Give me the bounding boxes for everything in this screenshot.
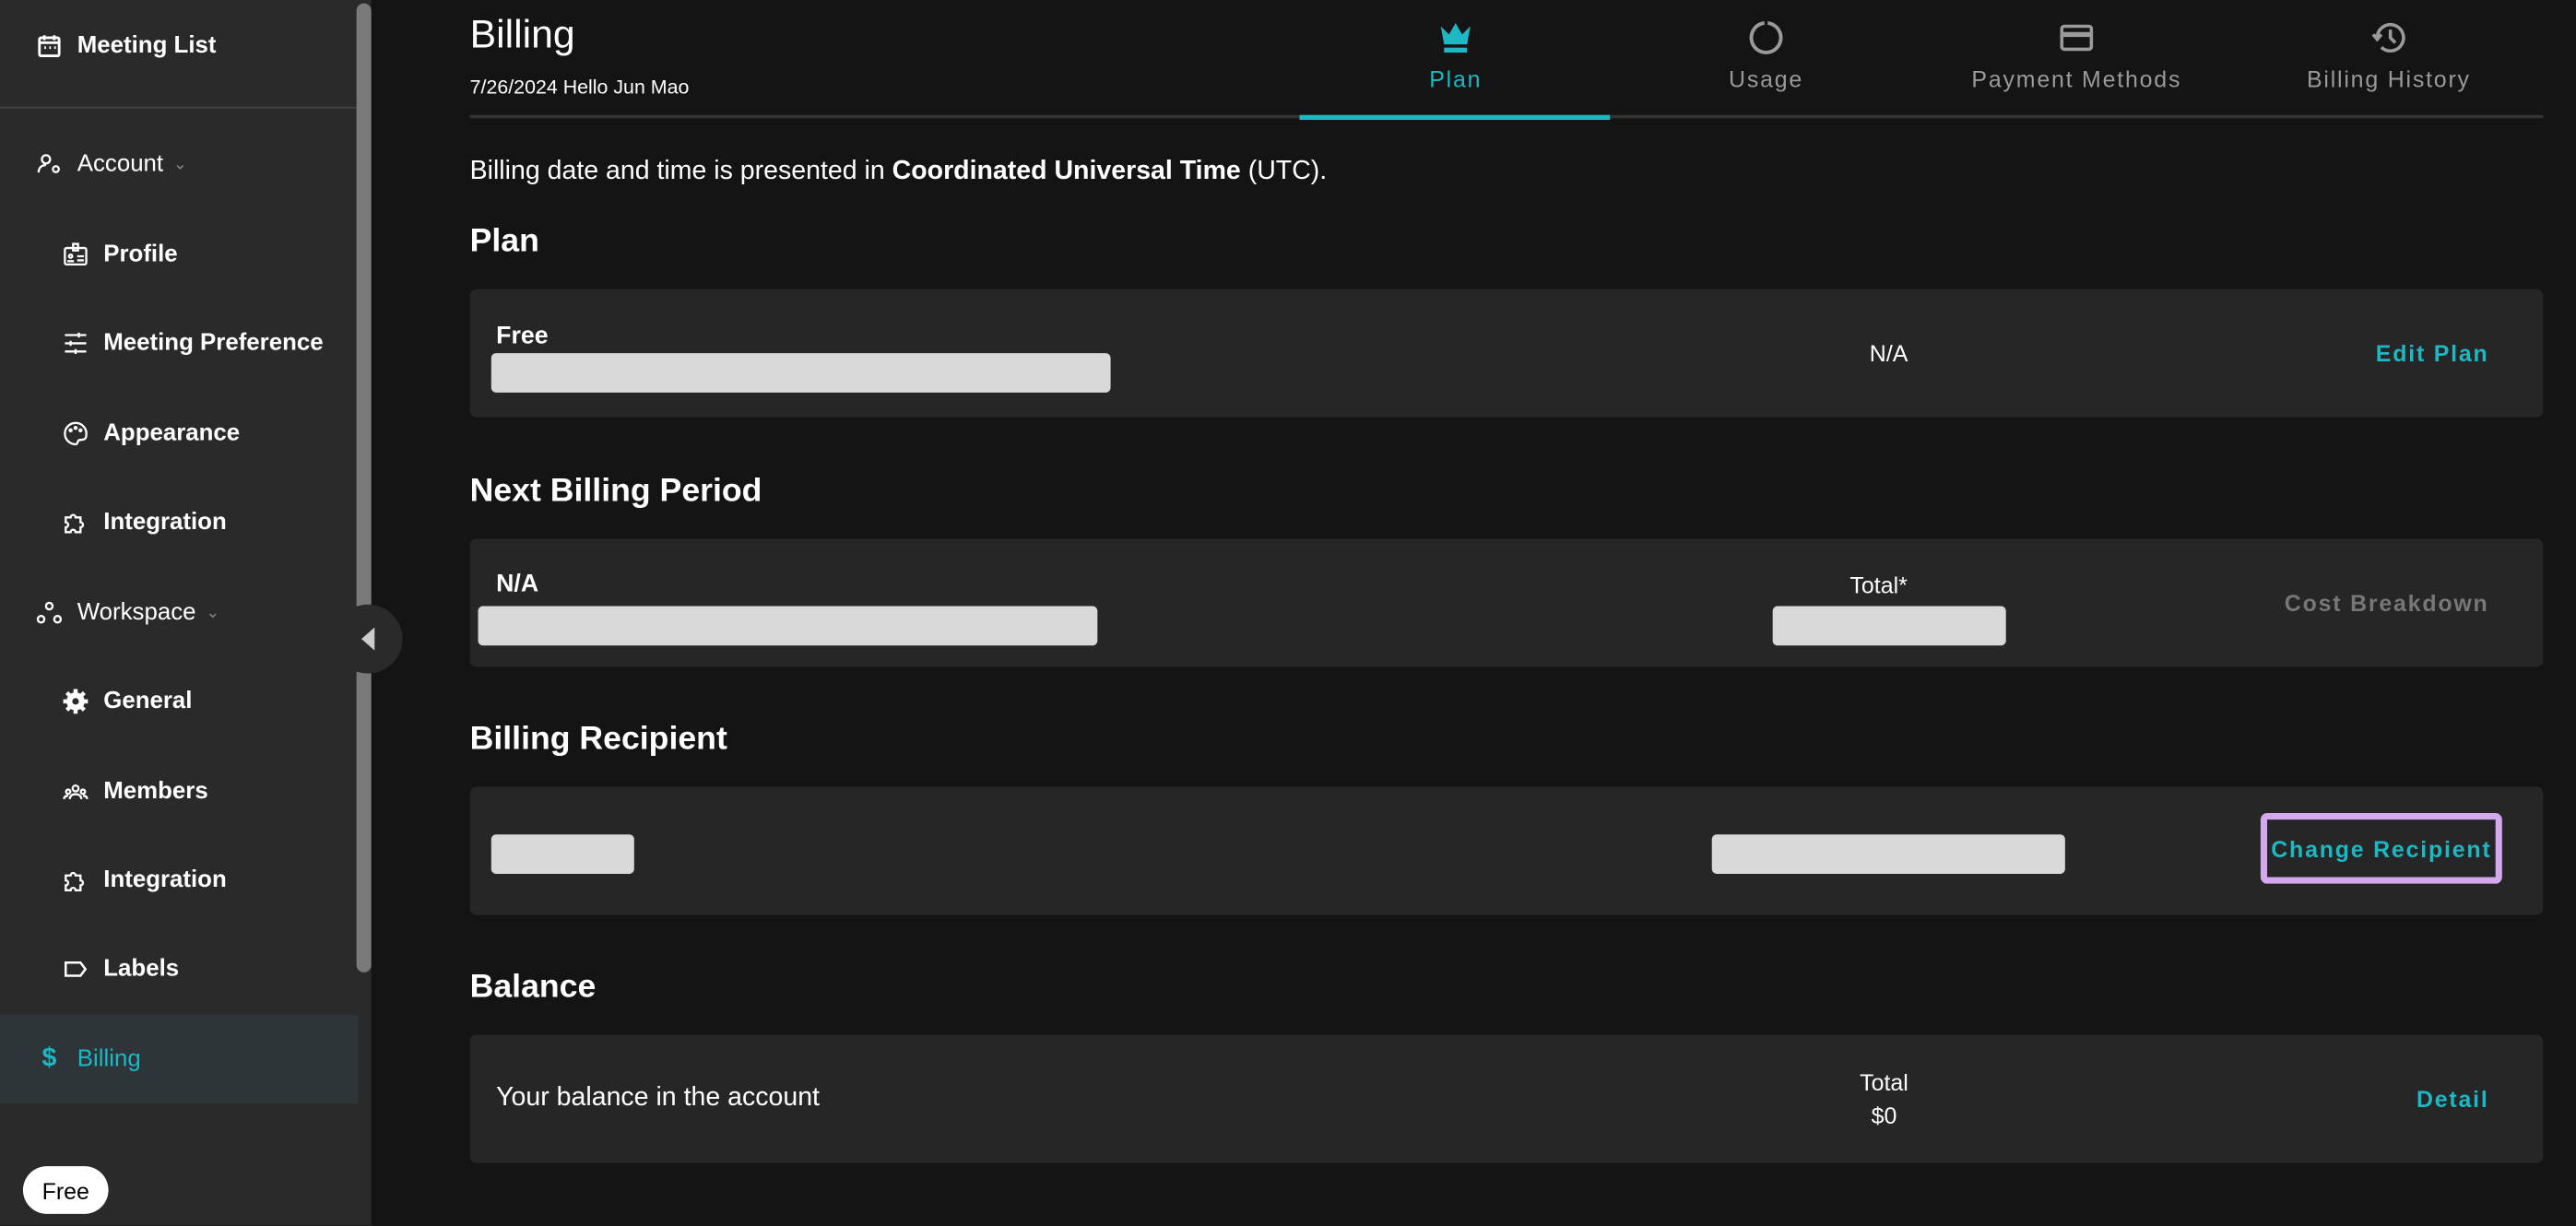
sidebar-item-account-integration[interactable]: Integration <box>0 489 358 555</box>
puzzle-icon <box>65 871 85 891</box>
tab-label: Usage <box>1729 65 1804 92</box>
tab-plan[interactable]: Plan <box>1299 13 1612 116</box>
caret-left-icon <box>361 627 375 651</box>
sidebar-item-label: Workspace <box>77 599 196 626</box>
sidebar-item-label: Labels <box>103 956 180 983</box>
tab-label: Payment Methods <box>1971 65 2182 92</box>
balance-heading: Balance <box>469 969 597 1006</box>
tab-usage[interactable]: Usage <box>1610 13 1922 116</box>
tab-billing-history[interactable]: Billing History <box>2233 13 2546 116</box>
info-suffix: (UTC). <box>1240 158 1328 186</box>
info-timezone: Coordinated Universal Time <box>892 158 1241 186</box>
label-tag-icon <box>65 961 88 977</box>
plan-badge: Free <box>22 1166 109 1214</box>
chevron-down-icon: ⌄ <box>172 155 187 173</box>
sidebar-item-label: Integration <box>103 509 227 536</box>
sidebar-item-account[interactable]: Account ⌄ <box>0 132 358 197</box>
next-billing-heading: Next Billing Period <box>469 473 762 510</box>
balance-card: Your balance in the account Total $0 Det… <box>469 1034 2544 1163</box>
calendar-icon <box>38 35 61 58</box>
sidebar-item-label: Meeting Preference <box>103 330 324 357</box>
billing-period: N/A <box>496 570 539 598</box>
sidebar-item-label: General <box>103 688 193 715</box>
tab-payment-methods[interactable]: Payment Methods <box>1920 13 2233 116</box>
divider <box>0 106 359 109</box>
redacted-field <box>1772 606 2006 646</box>
redacted-field <box>478 606 1098 646</box>
palette-icon <box>64 421 88 446</box>
balance-detail-button[interactable]: Detail <box>2416 1086 2489 1113</box>
next-billing-card: N/A Total* Cost Breakdown <box>469 538 2544 667</box>
sidebar: Meeting List Account ⌄ Profile Meeting Pr… <box>0 0 372 1226</box>
sidebar-item-billing[interactable]: $ Billing <box>0 1015 359 1104</box>
history-icon <box>2371 22 2405 53</box>
workspace-icon <box>36 601 63 624</box>
sidebar-item-general[interactable]: General <box>0 668 358 734</box>
change-recipient-button[interactable]: Change Recipient <box>2260 813 2502 884</box>
sliders-icon <box>65 332 87 354</box>
sidebar-scrollbar[interactable] <box>356 3 372 973</box>
sidebar-item-workspace[interactable]: Workspace ⌄ <box>0 580 358 645</box>
balance-label: Your balance in the account <box>496 1084 820 1113</box>
plan-heading: Plan <box>469 223 539 260</box>
balance-total-label: Total <box>1860 1069 1908 1096</box>
sidebar-item-label: Account <box>77 150 164 178</box>
info-prefix: Billing date and time is presented in <box>469 158 892 186</box>
sidebar-item-label: Integration <box>103 866 227 894</box>
user-settings-icon <box>37 154 60 173</box>
balance-total-value: $0 <box>1871 1102 1897 1129</box>
gear-icon <box>63 689 89 714</box>
sidebar-item-label: Appearance <box>103 420 241 447</box>
sidebar-item-appearance[interactable]: Appearance <box>0 401 358 466</box>
sidebar-item-label: Members <box>103 778 208 806</box>
sidebar-item-label: Billing <box>77 1046 141 1073</box>
redacted-field <box>490 834 634 874</box>
collapse-sidebar-button[interactable] <box>333 604 403 674</box>
recipient-card: Change Recipient <box>469 786 2544 915</box>
sidebar-item-label: Profile <box>103 241 178 268</box>
sidebar-item-workspace-integration[interactable]: Integration <box>0 847 358 913</box>
usage-circle-icon <box>1749 20 1783 54</box>
crown-icon <box>1440 22 1471 53</box>
redacted-field <box>490 353 1111 393</box>
id-card-icon <box>64 242 88 266</box>
plan-card: Free N/A Edit Plan <box>469 289 2544 418</box>
plan-name: Free <box>496 322 549 350</box>
tab-label: Billing History <box>2306 65 2471 92</box>
sidebar-item-meeting-preference[interactable]: Meeting Preference <box>0 311 358 376</box>
dollar-icon: $ <box>41 1044 57 1073</box>
chevron-down-icon: ⌄ <box>206 603 220 622</box>
timezone-info: Billing date and time is presented in Co… <box>470 158 1328 187</box>
sidebar-item-profile[interactable]: Profile <box>0 222 358 288</box>
sidebar-item-meeting-list[interactable]: Meeting List <box>0 13 358 78</box>
page-subtitle: 7/26/2024 Hello Jun Mao <box>469 75 690 99</box>
active-tab-indicator <box>1299 114 1611 121</box>
redacted-field <box>1711 834 2065 874</box>
members-icon <box>63 784 89 799</box>
recipient-heading: Billing Recipient <box>469 721 727 758</box>
sidebar-item-labels[interactable]: Labels <box>0 937 358 1002</box>
credit-card-icon <box>2060 24 2094 52</box>
total-label: Total* <box>1849 572 1908 598</box>
sidebar-item-label: Meeting List <box>77 32 217 60</box>
edit-plan-button[interactable]: Edit Plan <box>2376 340 2489 367</box>
page-title: Billing <box>469 13 575 58</box>
tab-label: Plan <box>1429 65 1483 92</box>
sidebar-item-members[interactable]: Members <box>0 759 358 824</box>
cost-breakdown-button[interactable]: Cost Breakdown <box>2285 590 2489 617</box>
puzzle-icon <box>65 513 85 534</box>
plan-price: N/A <box>1869 339 1908 367</box>
